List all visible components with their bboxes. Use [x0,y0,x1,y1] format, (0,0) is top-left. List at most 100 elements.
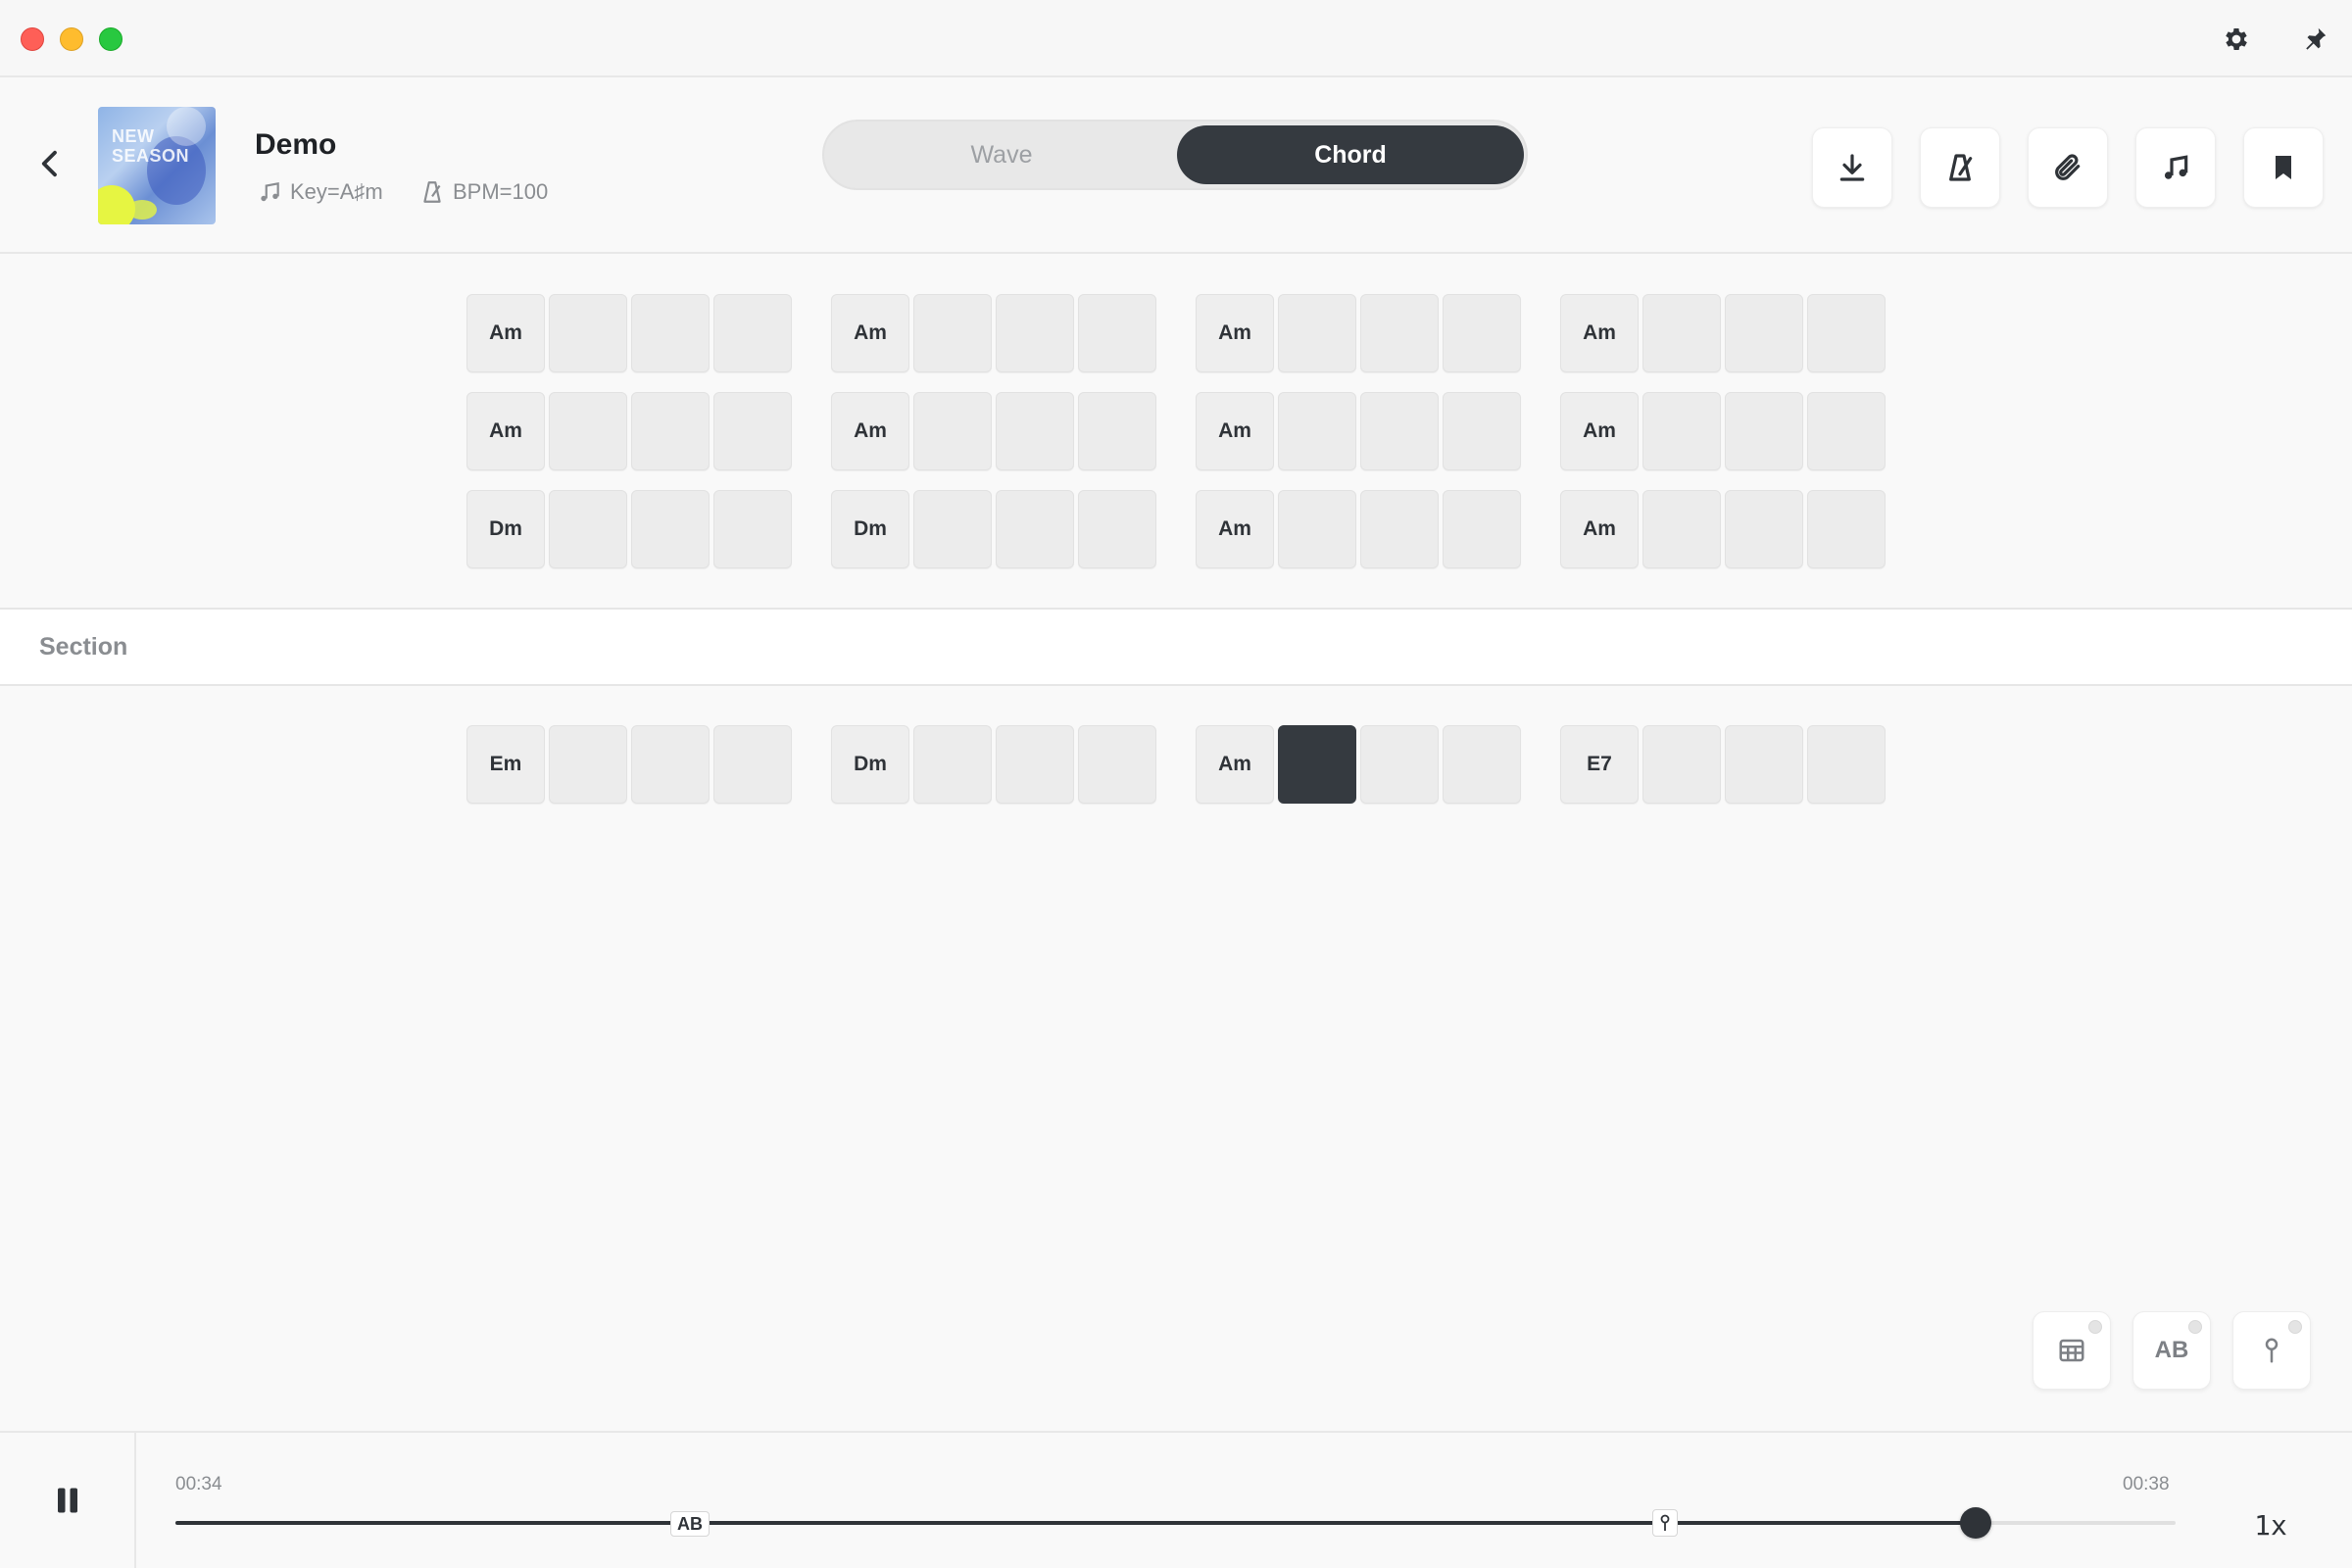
chord-cell[interactable]: Am [831,392,909,470]
chord-cell[interactable]: E7 [1560,725,1639,804]
chord-cell[interactable]: Am [1196,294,1274,372]
beat-cell-active[interactable] [1278,725,1356,804]
beat-cell[interactable] [631,490,710,568]
beat-cell[interactable] [996,725,1074,804]
chord-cell[interactable]: Dm [831,490,909,568]
beat-cell[interactable] [1725,490,1803,568]
chord-cell[interactable]: Am [1560,392,1639,470]
marker-button[interactable] [2232,1311,2311,1390]
back-button[interactable] [33,144,67,183]
total-time: 00:38 [2123,1474,2170,1494]
chord-cell[interactable]: Am [466,294,545,372]
beat-cell[interactable] [1078,392,1156,470]
minimize-window-button[interactable] [60,27,83,51]
beat-cell[interactable] [549,392,627,470]
progress-track[interactable] [175,1521,2176,1525]
beat-cell[interactable] [996,294,1074,372]
beat-cell[interactable] [713,490,792,568]
beat-cell[interactable] [996,490,1074,568]
metronome-button[interactable] [1920,127,2000,208]
bookmark-button[interactable] [2243,127,2324,208]
beat-cell[interactable] [631,725,710,804]
beat-cell[interactable] [713,294,792,372]
chord-bar: Am [1196,392,1523,470]
chord-bar: Dm [466,490,794,568]
progress-fill [175,1521,1976,1525]
music-note-icon [261,182,279,202]
beat-cell[interactable] [913,392,992,470]
settings-button[interactable] [2219,22,2254,57]
beat-cell[interactable] [713,392,792,470]
chord-cell[interactable]: Am [466,392,545,470]
beat-cell[interactable] [549,725,627,804]
beat-cell[interactable] [1078,725,1156,804]
beat-cell[interactable] [713,725,792,804]
beat-cell[interactable] [1278,490,1356,568]
beat-cell[interactable] [1807,294,1886,372]
beat-cell[interactable] [913,725,992,804]
beat-cell[interactable] [1360,392,1439,470]
beat-cell[interactable] [1725,294,1803,372]
download-button[interactable] [1812,127,1892,208]
chord-cell[interactable]: Dm [466,490,545,568]
beat-cell[interactable] [1725,392,1803,470]
beat-cell[interactable] [1078,490,1156,568]
beat-cell[interactable] [1807,392,1886,470]
chord-cell[interactable]: Am [1560,490,1639,568]
cover-text: NEW SEASON [112,126,190,166]
tab-chord[interactable]: Chord [1177,125,1524,184]
beat-cell[interactable] [1807,725,1886,804]
view-toggle: Wave Chord [822,120,1528,190]
beat-cell[interactable] [1443,725,1521,804]
beat-cell[interactable] [1642,294,1721,372]
chord-cell[interactable]: Am [1196,392,1274,470]
chord-cell[interactable]: Dm [831,725,909,804]
ab-loop-label: AB [2154,1337,2189,1363]
beat-cell[interactable] [996,392,1074,470]
progress-thumb[interactable] [1959,1507,1991,1539]
chord-cell[interactable]: Am [1196,490,1274,568]
chord-cell[interactable]: Am [831,294,909,372]
beat-cell[interactable] [1642,725,1721,804]
tab-wave[interactable]: Wave [828,125,1175,184]
music-button[interactable] [2135,127,2216,208]
chord-cell[interactable]: Am [1196,725,1274,804]
beat-cell[interactable] [1443,294,1521,372]
pin-window-button[interactable] [2297,22,2332,57]
beat-cell[interactable] [631,392,710,470]
beat-cell[interactable] [1725,725,1803,804]
beat-cell[interactable] [1360,490,1439,568]
chord-bar: Em [466,725,794,804]
chord-cell[interactable]: Em [466,725,545,804]
beat-cell[interactable] [1278,294,1356,372]
beat-cell[interactable] [1360,725,1439,804]
beat-cell[interactable] [549,294,627,372]
beat-cell[interactable] [549,490,627,568]
chevron-left-icon [41,150,57,177]
beat-cell[interactable] [1443,490,1521,568]
ab-loop-button[interactable]: AB [2132,1311,2211,1390]
beat-cell[interactable] [1278,392,1356,470]
grid-toggle-button[interactable] [2033,1311,2111,1390]
beat-cell[interactable] [1443,392,1521,470]
beat-cell[interactable] [1642,490,1721,568]
beat-cell[interactable] [1360,294,1439,372]
beat-cell[interactable] [1642,392,1721,470]
position-marker[interactable] [1652,1509,1678,1537]
close-window-button[interactable] [21,27,44,51]
beat-cell[interactable] [1807,490,1886,568]
maximize-window-button[interactable] [99,27,122,51]
beat-cell[interactable] [631,294,710,372]
song-title: Demo [255,128,337,161]
beat-cell[interactable] [913,490,992,568]
playback-speed-button[interactable]: 1x [2229,1503,2313,1546]
beat-cell[interactable] [1078,294,1156,372]
chord-cell[interactable]: Am [1560,294,1639,372]
ab-marker[interactable]: AB [670,1511,710,1537]
beat-cell[interactable] [913,294,992,372]
download-icon [1839,154,1865,181]
chord-bar: Dm [831,490,1158,568]
chord-bar: Am [466,294,794,372]
pause-button[interactable] [0,1433,136,1568]
attachment-button[interactable] [2028,127,2108,208]
